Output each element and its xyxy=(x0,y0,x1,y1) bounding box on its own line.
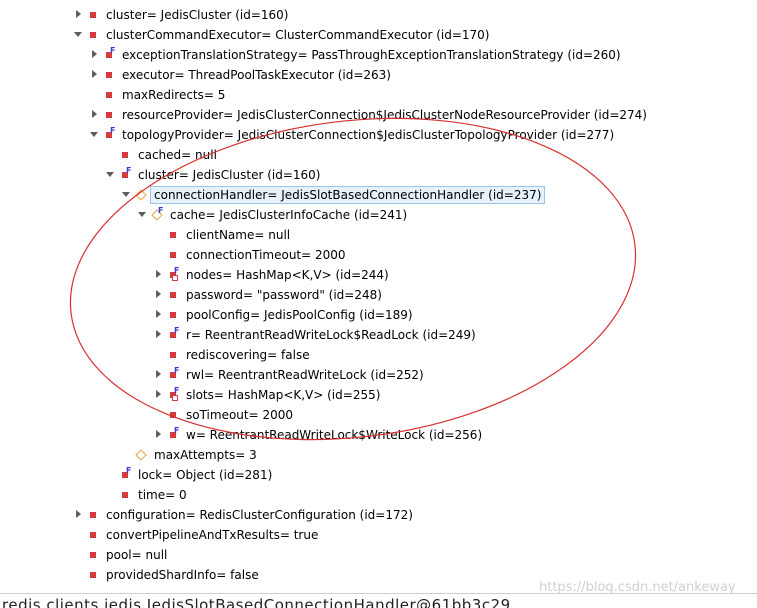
red-circle-annotation xyxy=(69,117,637,441)
detail-pane: redis.clients.jedis.JedisSlotBasedConnec… xyxy=(0,593,757,608)
detail-text: redis.clients.jedis.JedisSlotBasedConnec… xyxy=(2,596,511,608)
annotation-ellipse xyxy=(69,117,637,441)
